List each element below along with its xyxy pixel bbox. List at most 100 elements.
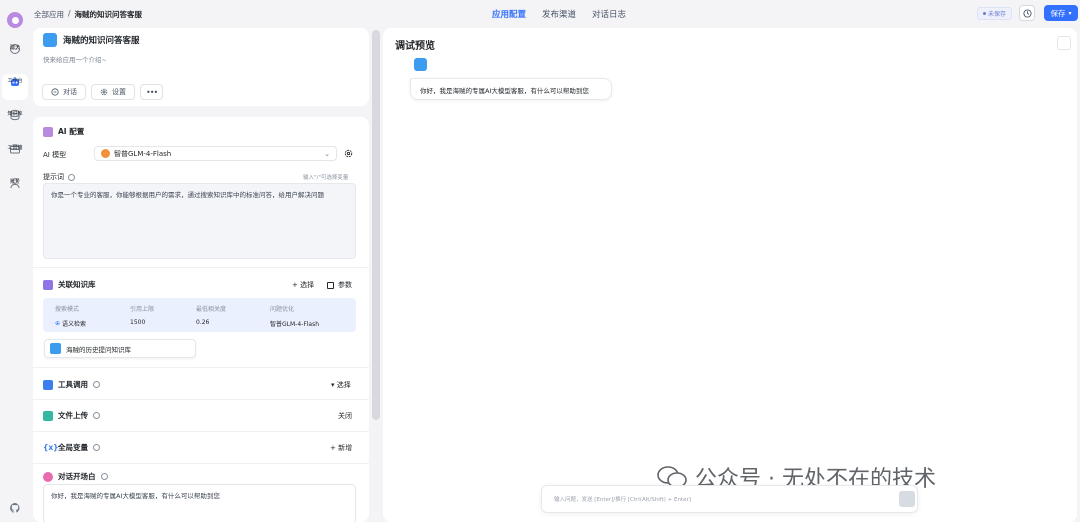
top-bar: 全部应用 / 海贼的知识问答客服 应用配置 发布渠道 对话日志 未保存 保存 ▾ (30, 0, 1080, 28)
rail-label-toolbox: 工具箱 (7, 145, 23, 151)
global-vars-title: {x} 全局变量 (43, 442, 100, 453)
tools-select-button[interactable]: ▾ 选择 (331, 380, 351, 390)
save-button[interactable]: 保存 ▾ (1044, 5, 1078, 21)
rail-item-toolbox[interactable]: 工具箱 (0, 143, 30, 155)
github-icon[interactable] (9, 502, 21, 514)
app-name: 海贼的知识问答客服 (63, 36, 140, 46)
tools-title-text: 工具调用 (58, 380, 88, 389)
prompt-label-text: 提示词 (43, 173, 64, 181)
breadcrumb: 全部应用 / 海贼的知识问答客服 (34, 9, 142, 20)
config-scrollbar[interactable] (372, 30, 380, 420)
rail-item-workbench[interactable]: 工作台 (2, 74, 28, 100)
table-header: 搜索模式 (55, 306, 80, 313)
chat-input[interactable]: 输入问题，发送 [Enter]/换行 [Ctrl(Alt/Shift) + En… (541, 485, 918, 513)
chat-icon (51, 88, 59, 96)
history-button[interactable] (1019, 5, 1035, 21)
tab-app-config[interactable]: 应用配置 (492, 8, 526, 20)
rail-label-workbench: 工作台 (7, 78, 23, 84)
rail-item-chat[interactable]: 聊天 (0, 43, 30, 55)
model-settings-gear-icon[interactable] (344, 149, 353, 158)
send-button[interactable] (899, 491, 915, 507)
main-tabs: 应用配置 发布渠道 对话日志 (492, 8, 626, 20)
unsaved-dot-icon (983, 12, 986, 15)
breadcrumb-root[interactable]: 全部应用 (34, 9, 64, 20)
ai-config-title: AI 配置 (43, 126, 84, 137)
prompt-label: 提示词 (43, 172, 75, 182)
opener-title-text: 对话开场白 (58, 472, 96, 481)
robot-icon (43, 126, 53, 137)
settings-button-label: 设置 (112, 88, 126, 96)
variable-icon: {x} (43, 443, 59, 452)
edit-icon (327, 281, 334, 289)
left-rail: 聊天 工作台 知识库 工具箱 账号 (0, 0, 30, 522)
knowledge-title-text: 关联知识库 (58, 280, 96, 289)
search-mode-value: 语义检索 (62, 321, 87, 328)
knowledge-title: 关联知识库 (43, 279, 96, 290)
more-button[interactable]: ••• (140, 84, 164, 100)
divider (33, 463, 369, 464)
divider (33, 399, 369, 400)
chevron-down-icon: ⌄ (324, 150, 330, 158)
knowledge-param-button[interactable]: 参数 (327, 280, 352, 290)
save-label: 保存 (1050, 8, 1066, 18)
opener-icon (43, 471, 53, 482)
model-value: 智普GLM-4-Flash (114, 149, 172, 158)
bot-avatar-icon (414, 58, 427, 71)
table-cell-search-mode: ⊕ 语义检索 (55, 319, 86, 328)
model-select[interactable]: 智普GLM-4-Flash ⌄ (94, 146, 337, 161)
opener-title: 对话开场白 (43, 471, 108, 482)
linked-knowledge-item[interactable]: 海贼的历史提问知识库 (44, 339, 196, 358)
tools-title: 工具调用 (43, 379, 100, 390)
config-card: AI 配置 AI 模型 智普GLM-4-Flash ⌄ 提示词 输入"/"可选择… (33, 117, 369, 522)
prompt-hint: 输入"/"可选择变量 (303, 175, 349, 181)
knowledge-params-table: 搜索模式 引用上限 最低相关度 问题优化 ⊕ 语义检索 1500 0.26 智普… (43, 298, 356, 332)
global-vars-add-button[interactable]: + 新增 (330, 443, 352, 453)
prompt-textarea[interactable]: 你是一个专业的客服，你能够根据用户的需求，通过搜索知识库中的标准问答，给用户解决… (43, 183, 356, 259)
help-icon (100, 473, 108, 480)
rail-item-knowledge[interactable]: 知识库 (0, 109, 30, 121)
file-upload-title: 文件上传 (43, 410, 100, 421)
table-header: 引用上限 (130, 306, 155, 313)
divider (33, 367, 369, 368)
ai-config-title-text: AI 配置 (58, 127, 85, 136)
tab-publish[interactable]: 发布渠道 (542, 8, 576, 20)
file-upload-toggle[interactable]: 关闭 (338, 411, 352, 421)
rail-label-chat: 聊天 (9, 45, 20, 51)
divider (33, 431, 369, 432)
knowledge-select-button[interactable]: + 选择 (292, 280, 314, 290)
more-icon: ••• (146, 87, 158, 97)
tab-logs[interactable]: 对话日志 (592, 8, 626, 20)
bot-message: 你好，我是海贼的专属AI大模型客服，有什么可以帮助到您 (410, 78, 612, 100)
table-header: 最低相关度 (196, 306, 227, 313)
rail-label-knowledge: 知识库 (7, 111, 23, 117)
rail-label-account: 账号 (9, 179, 20, 185)
unsaved-text: 未保存 (988, 11, 1007, 18)
clock-icon (1022, 8, 1032, 18)
table-header: 问题优化 (270, 306, 295, 313)
breadcrumb-separator: / (68, 9, 71, 18)
table-cell-limit: 1500 (130, 319, 146, 326)
model-logo-icon (101, 149, 110, 158)
file-icon (43, 410, 53, 421)
table-cell-similarity: 0.26 (196, 319, 210, 326)
help-icon (68, 173, 75, 181)
breadcrumb-current: 海贼的知识问答客服 (74, 10, 143, 19)
rail-item-account[interactable]: 账号 (0, 177, 30, 189)
app-intro[interactable]: 快来给应用一个介绍~ (43, 54, 107, 64)
chat-button[interactable]: 对话 (42, 84, 86, 100)
user-avatar[interactable] (7, 12, 23, 28)
app-info-card: 海贼的知识问答客服 快来给应用一个介绍~ 对话 设置 ••• (33, 28, 369, 106)
divider (33, 267, 369, 268)
table-cell-optimization: 智普GLM-4-Flash (270, 321, 320, 328)
file-upload-title-text: 文件上传 (58, 411, 88, 420)
preview-title: 调试预览 (395, 41, 435, 52)
model-label: AI 模型 (43, 151, 67, 159)
debug-preview-panel: 调试预览 你好，我是海贼的专属AI大模型客服，有什么可以帮助到您 公众号 · 无… (383, 28, 1077, 522)
opener-textarea[interactable]: 你好，我是海贼的专属AI大模型客服，有什么可以帮助到您 (43, 484, 356, 522)
help-icon (93, 444, 100, 451)
gear-icon (100, 88, 108, 96)
settings-button[interactable]: 设置 (91, 84, 135, 100)
chevron-down-icon: ▾ (1068, 9, 1072, 17)
export-icon[interactable] (1057, 36, 1071, 50)
knowledge-base-icon (50, 343, 61, 354)
